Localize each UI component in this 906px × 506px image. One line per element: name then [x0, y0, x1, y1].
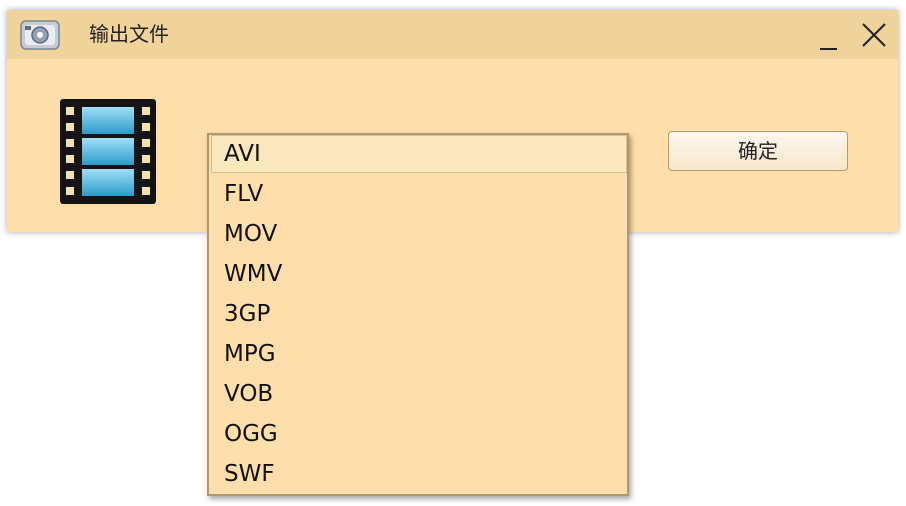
close-icon[interactable]	[859, 20, 889, 50]
format-option-ogg[interactable]: OGG	[211, 415, 627, 453]
confirm-button[interactable]: 确定	[668, 131, 848, 171]
video-converter-icon	[20, 20, 60, 50]
format-option-flv[interactable]: FLV	[211, 175, 627, 213]
format-option-3gp[interactable]: 3GP	[211, 295, 627, 333]
format-option-mpg[interactable]: MPG	[211, 335, 627, 373]
minimize-icon[interactable]	[813, 24, 843, 54]
format-option-wmv[interactable]: WMV	[211, 255, 627, 293]
film-strip-icon	[60, 99, 156, 204]
format-option-vob[interactable]: VOB	[211, 375, 627, 413]
format-dropdown-list[interactable]: AVI FLV MOV WMV 3GP MPG VOB OGG SWF	[207, 133, 629, 496]
format-option-avi[interactable]: AVI	[211, 135, 627, 173]
format-option-mov[interactable]: MOV	[211, 215, 627, 253]
window-title: 输出文件	[89, 22, 169, 46]
format-option-swf[interactable]: SWF	[211, 455, 627, 493]
title-bar[interactable]: 输出文件	[7, 10, 898, 59]
